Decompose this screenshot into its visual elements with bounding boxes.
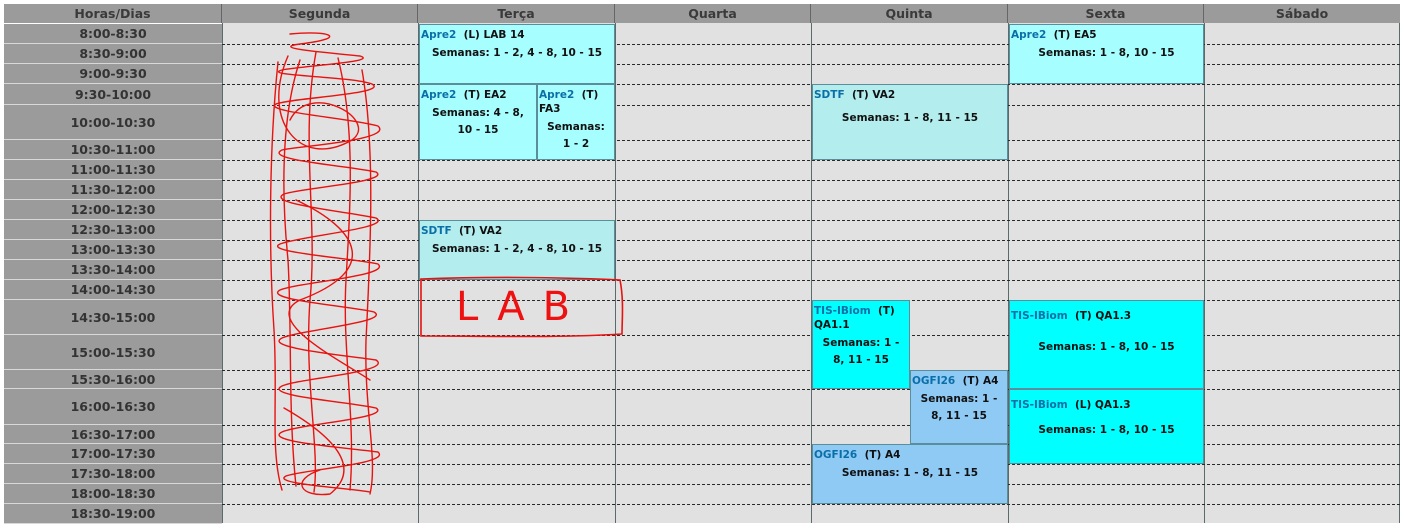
time-slot: 13:30-14:00 (4, 260, 222, 280)
event-weeks: Semanas: 1 - 2, 4 - 8, 10 - 15 (431, 47, 603, 59)
course-code-link[interactable]: Apre2 (539, 89, 574, 101)
row-divider (222, 44, 1400, 45)
row-divider (222, 240, 1400, 241)
course-code-link[interactable]: TIS-IBiom (1011, 399, 1068, 411)
event-room: (T) QA1.3 (1074, 310, 1132, 322)
time-slot: 18:30-19:00 (4, 504, 222, 524)
event-weeks: Semanas: 1 - 2 (547, 121, 605, 150)
time-slot: 17:00-17:30 (4, 444, 222, 464)
row-divider (222, 280, 1400, 281)
time-slot: 15:30-16:00 (4, 370, 222, 389)
header-day-sabado: Sábado (1204, 4, 1400, 23)
event-block[interactable]: SDTF (T) VA2 Semanas: 1 - 8, 11 - 15 (812, 84, 1008, 160)
event-weeks: Semanas: 1 - 8, 11 - 15 (841, 467, 979, 479)
event-weeks: Semanas: 1 - 8, 11 - 15 (822, 337, 900, 366)
event-block[interactable]: TIS-IBiom (L) QA1.3 Semanas: 1 - 8, 10 -… (1009, 389, 1204, 464)
header-day-terca: Terça (418, 4, 615, 23)
time-slot: 16:30-17:00 (4, 425, 222, 444)
event-weeks: Semanas: 1 - 2, 4 - 8, 10 - 15 (431, 243, 603, 255)
event-room: (L) QA1.3 (1074, 399, 1131, 411)
event-room: (T) EA5 (1053, 29, 1097, 41)
course-code-link[interactable]: Apre2 (1011, 29, 1046, 41)
course-code-link[interactable]: SDTF (814, 89, 845, 101)
event-block[interactable]: OGFI26 (T) A4 Semanas: 1 - 8, 11 - 15 (910, 370, 1008, 444)
time-slot: 18:00-18:30 (4, 484, 222, 504)
event-block[interactable]: OGFI26 (T) A4 Semanas: 1 - 8, 11 - 15 (812, 444, 1008, 504)
row-divider (222, 220, 1400, 221)
timetable: Horas/Dias Segunda Terça Quarta Quinta S… (0, 0, 1404, 530)
time-slot: 8:30-9:00 (4, 44, 222, 64)
column-sabado (1204, 23, 1400, 523)
time-slot: 14:30-15:00 (4, 300, 222, 335)
event-room: (T) EA2 (463, 89, 507, 101)
lab-annotation-text: LAB (456, 284, 589, 330)
row-divider (222, 105, 1400, 106)
row-divider (222, 484, 1400, 485)
header-day-quarta: Quarta (615, 4, 811, 23)
time-slot: 16:00-16:30 (4, 389, 222, 425)
header-day-sexta: Sexta (1008, 4, 1204, 23)
row-divider (222, 464, 1400, 465)
event-weeks: Semanas: 1 - 8, 11 - 15 (841, 112, 979, 124)
event-block[interactable]: Apre2 (L) LAB 14 Semanas: 1 - 2, 4 - 8, … (419, 24, 615, 84)
row-divider (222, 84, 1400, 85)
time-slot: 9:30-10:00 (4, 84, 222, 105)
event-block[interactable]: TIS-IBiom (T) QA1.3 Semanas: 1 - 8, 10 -… (1009, 300, 1204, 389)
time-slot: 13:00-13:30 (4, 240, 222, 260)
column-segunda (222, 23, 418, 523)
row-divider (222, 444, 1400, 445)
time-slot: 17:30-18:00 (4, 464, 222, 484)
time-slot: 10:00-10:30 (4, 105, 222, 140)
event-block[interactable]: Apre2 (T) EA5 Semanas: 1 - 8, 10 - 15 (1009, 24, 1204, 84)
header-time: Horas/Dias (4, 4, 222, 23)
event-weeks: Semanas: 1 - 8, 11 - 15 (920, 393, 998, 422)
row-divider (222, 200, 1400, 201)
course-code-link[interactable]: Apre2 (421, 89, 456, 101)
time-slot: 11:00-11:30 (4, 160, 222, 180)
row-divider (222, 389, 1400, 390)
time-slot: 15:00-15:30 (4, 335, 222, 370)
row-divider (222, 140, 1400, 141)
event-room: (T) VA2 (458, 225, 503, 237)
time-slot: 11:30-12:00 (4, 180, 222, 200)
row-divider (222, 300, 1400, 301)
event-weeks: Semanas: 1 - 8, 10 - 15 (1038, 47, 1175, 59)
event-block[interactable]: Apre2 (T) EA2 Semanas: 4 - 8, 10 - 15 (419, 84, 537, 160)
event-room: (T) A4 (962, 375, 999, 387)
time-slot: 12:30-13:00 (4, 220, 222, 240)
course-code-link[interactable]: OGFI26 (814, 449, 857, 461)
column-quarta (615, 23, 811, 523)
course-code-link[interactable]: Apre2 (421, 29, 456, 41)
row-divider (222, 335, 1400, 336)
event-room: (T) VA2 (851, 89, 896, 101)
course-code-link[interactable]: SDTF (421, 225, 452, 237)
event-room: (T) A4 (864, 449, 901, 461)
course-code-link[interactable]: OGFI26 (912, 375, 955, 387)
event-weeks: Semanas: 1 - 8, 10 - 15 (1038, 341, 1175, 353)
header-day-segunda: Segunda (222, 4, 418, 23)
course-code-link[interactable]: TIS-IBiom (1011, 310, 1068, 322)
header-day-quinta: Quinta (811, 4, 1008, 23)
event-block[interactable]: TIS-IBiom (T) QA1.1 Semanas: 1 - 8, 11 -… (812, 300, 910, 389)
event-block[interactable]: SDTF (T) VA2 Semanas: 1 - 2, 4 - 8, 10 -… (419, 220, 615, 280)
event-weeks: Semanas: 1 - 8, 10 - 15 (1038, 424, 1175, 436)
row-divider (222, 180, 1400, 181)
row-divider (222, 160, 1400, 161)
row-divider (222, 260, 1400, 261)
event-room: (L) LAB 14 (463, 29, 525, 41)
time-slot: 8:00-8:30 (4, 24, 222, 44)
row-divider (222, 425, 1400, 426)
row-divider (222, 370, 1400, 371)
time-slot: 10:30-11:00 (4, 140, 222, 160)
course-code-link[interactable]: TIS-IBiom (814, 305, 871, 317)
row-divider (222, 504, 1400, 505)
time-slot: 9:00-9:30 (4, 64, 222, 84)
event-block[interactable]: Apre2 (T) FA3 Semanas: 1 - 2 (537, 84, 615, 160)
time-slot: 14:00-14:30 (4, 280, 222, 300)
time-slot: 12:00-12:30 (4, 200, 222, 220)
event-weeks: Semanas: 4 - 8, 10 - 15 (432, 107, 524, 136)
row-divider (222, 64, 1400, 65)
